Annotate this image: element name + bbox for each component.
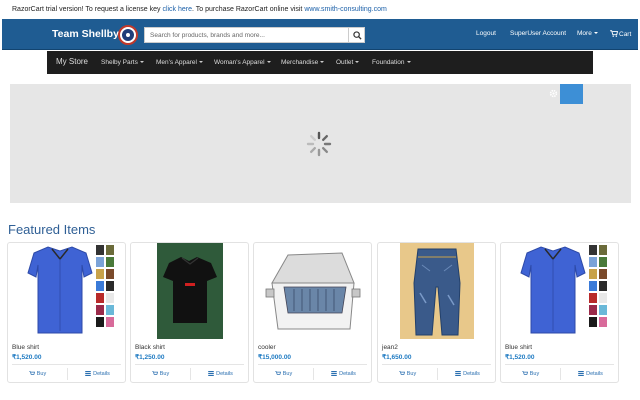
chevron-down-icon [593, 32, 598, 35]
cart-icon [151, 371, 158, 375]
product-name[interactable]: Black shirt [135, 344, 165, 351]
more-label: More [577, 30, 592, 37]
details-button[interactable]: Details [561, 371, 620, 377]
product-name[interactable]: Blue shirt [505, 344, 532, 351]
buy-label: Buy [406, 371, 417, 377]
trial-notice: RazorCart trial version! To request a li… [12, 6, 387, 13]
nav-label: Shelby Parts [101, 59, 138, 66]
product-card[interactable]: Blue shirt ₹1,520.00 Buy Details [500, 242, 619, 383]
cart-label: Cart [619, 31, 632, 38]
product-card[interactable]: jean2 ₹1,650.00 Buy Details [377, 242, 496, 383]
product-image[interactable] [258, 243, 368, 339]
cart-icon [610, 30, 618, 37]
brand-logo-icon[interactable] [118, 25, 138, 45]
list-icon [331, 371, 337, 376]
cart-icon [28, 371, 35, 375]
product-name[interactable]: Blue shirt [12, 344, 39, 351]
nav-label: Men's Apparel [156, 59, 197, 66]
buy-label: Buy [529, 371, 540, 377]
nav-womans-apparel[interactable]: Woman's Apparel [214, 59, 271, 66]
details-button[interactable]: Details [438, 371, 497, 377]
product-card[interactable]: cooler ₹15,000.00 Buy Details [253, 242, 372, 383]
search-icon [353, 31, 362, 40]
cart-icon [274, 371, 281, 375]
license-link[interactable]: click here [162, 6, 192, 13]
brand-name[interactable]: Team Shellby [52, 28, 119, 40]
chevron-down-icon [355, 61, 360, 64]
category-nav: My Store Shelby Parts Men's Apparel Woma… [47, 51, 593, 74]
product-image[interactable] [135, 243, 245, 339]
search-input[interactable] [144, 27, 348, 43]
product-card[interactable]: Black shirt ₹1,250.00 Buy Details [130, 242, 249, 383]
details-button[interactable]: Details [314, 371, 373, 377]
trial-text-middle: . To purchase RazorCart online visit [192, 6, 305, 13]
loading-spinner-icon [306, 131, 332, 157]
product-price: ₹1,650.00 [382, 354, 412, 361]
chevron-down-icon [406, 61, 411, 64]
divider [135, 364, 244, 365]
chevron-down-icon [139, 61, 144, 64]
details-label: Details [339, 371, 356, 377]
banner-edit-button[interactable] [560, 84, 583, 104]
nav-outlet[interactable]: Outlet [336, 59, 360, 66]
chevron-down-icon [199, 61, 203, 64]
product-name[interactable]: cooler [258, 344, 276, 351]
divider [12, 364, 121, 365]
nav-shelby-parts[interactable]: Shelby Parts [101, 59, 144, 66]
buy-button[interactable]: Buy [254, 371, 313, 377]
list-icon [208, 371, 214, 376]
logout-link[interactable]: Logout [476, 30, 496, 37]
search-button[interactable] [348, 27, 365, 43]
divider [505, 364, 614, 365]
nav-label: Merchandise [281, 59, 319, 66]
details-label: Details [93, 371, 110, 377]
details-label: Details [463, 371, 480, 377]
details-label: Details [586, 371, 603, 377]
account-link[interactable]: SuperUser Account [510, 30, 566, 37]
cart-icon [521, 371, 528, 375]
buy-label: Buy [159, 371, 170, 377]
buy-button[interactable]: Buy [378, 371, 437, 377]
main-header: Team Shellby Logout SuperUser Account Mo… [2, 19, 638, 50]
product-image[interactable] [382, 243, 492, 339]
more-menu[interactable]: More [577, 30, 598, 37]
nav-label: Foundation [372, 59, 405, 66]
cart-icon [398, 371, 405, 375]
product-price: ₹1,250.00 [135, 354, 165, 361]
nav-label: Outlet [336, 59, 354, 66]
chevron-down-icon [266, 61, 271, 64]
details-label: Details [216, 371, 233, 377]
nav-mens-apparel[interactable]: Men's Apparel [156, 59, 203, 66]
nav-label: Woman's Apparel [214, 59, 265, 66]
divider [382, 364, 491, 365]
list-icon [455, 371, 461, 376]
list-icon [578, 371, 584, 376]
product-price: ₹1,520.00 [505, 354, 535, 361]
featured-heading: Featured Items [8, 222, 96, 237]
nav-merchandise[interactable]: Merchandise [281, 59, 325, 66]
trial-text: RazorCart trial version! To request a li… [12, 6, 163, 13]
gear-icon[interactable] [549, 89, 558, 98]
buy-button[interactable]: Buy [131, 371, 190, 377]
nav-foundation[interactable]: Foundation [372, 59, 411, 66]
product-card[interactable]: Blue shirt ₹1,520.00 Buy Details [7, 242, 126, 383]
details-button[interactable]: Details [191, 371, 250, 377]
product-price: ₹15,000.00 [258, 354, 292, 361]
chevron-down-icon [320, 61, 325, 64]
product-name[interactable]: jean2 [382, 344, 398, 351]
product-price: ₹1,520.00 [12, 354, 42, 361]
buy-label: Buy [282, 371, 293, 377]
details-button[interactable]: Details [68, 371, 127, 377]
product-image[interactable] [505, 243, 615, 339]
product-image[interactable] [12, 243, 122, 339]
purchase-link[interactable]: www.smith-consulting.com [304, 6, 386, 13]
list-icon [85, 371, 91, 376]
buy-button[interactable]: Buy [501, 371, 560, 377]
divider [258, 364, 367, 365]
buy-button[interactable]: Buy [8, 371, 67, 377]
cart-link[interactable]: Cart [610, 30, 631, 38]
store-link[interactable]: My Store [56, 57, 88, 66]
buy-label: Buy [36, 371, 47, 377]
